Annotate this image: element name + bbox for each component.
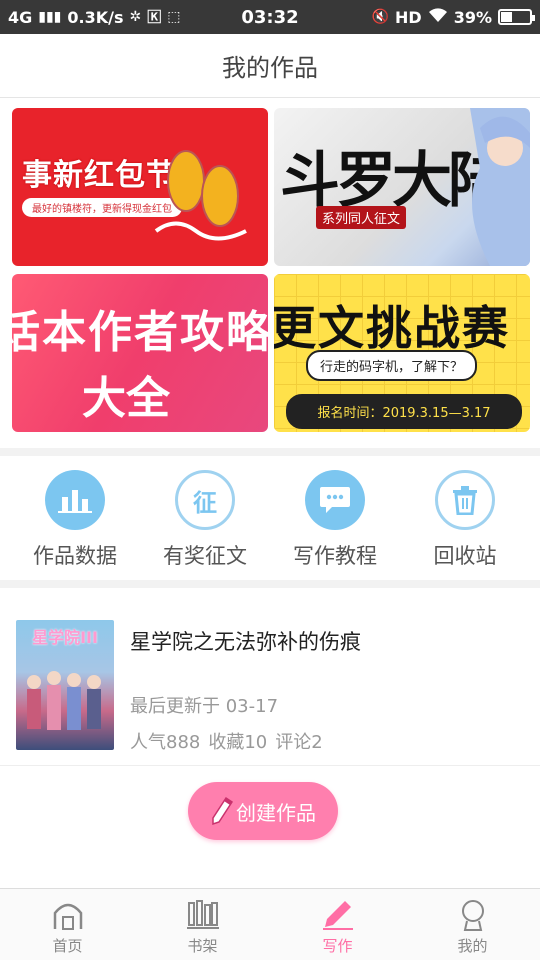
battery-icon: [498, 9, 535, 25]
banner-writing-challenge[interactable]: 更文挑战赛 行走的码字机，了解下？ 报名时间：2019.3.15—3.17: [274, 274, 530, 432]
wifi-icon: [428, 7, 448, 27]
banner-title: 更文挑战赛: [274, 301, 510, 355]
action-recycle-bin[interactable]: 回收站: [401, 458, 529, 578]
tab-bookshelf[interactable]: 书架: [135, 889, 270, 960]
action-tutorial[interactable]: 写作教程: [271, 458, 399, 578]
signal-icon: ▮▮▮: [38, 9, 62, 25]
network-indicator: 4G: [8, 7, 33, 27]
battery-percent: 39%: [453, 7, 492, 27]
network-speed: 0.3K/s: [67, 7, 124, 27]
action-work-data[interactable]: 作品数据: [11, 458, 139, 578]
banner-grid: 事新红包节 最好的镇楼符，更新得现金红包 斗罗大陆 系列同人征文 话本作者攻略 …: [12, 108, 530, 436]
bottom-tab-bar: 首页 书架 写作 我的: [0, 888, 540, 960]
bar-chart-icon: [45, 470, 105, 530]
tab-label: 我的: [457, 937, 488, 955]
cover-characters-illustration: [27, 671, 101, 730]
app-k-icon: 🄺: [147, 10, 162, 26]
quick-actions: 作品数据 征 有奖征文 写作教程 回收站: [0, 458, 540, 578]
banner-author-guide[interactable]: 话本作者攻略 大全: [12, 274, 268, 432]
favorites-count: 收藏10: [208, 732, 268, 753]
banner-title-line2: 大全: [82, 373, 170, 424]
comments-count: 评论2: [275, 732, 323, 753]
action-label: 写作教程: [293, 544, 377, 568]
work-title: 星学院之无法弥补的伤痕: [130, 630, 361, 654]
bookshelf-icon: [185, 897, 221, 933]
banner-tag: 系列同人征文: [316, 206, 407, 229]
trash-icon: [435, 470, 495, 530]
page-header: 我的作品: [0, 34, 540, 98]
koi-fish-icon: [154, 150, 247, 241]
action-label: 有奖征文: [163, 544, 247, 568]
screenshot-icon: ⬚: [167, 9, 181, 25]
mute-icon: 🔇: [371, 9, 390, 25]
status-bar: 4G ▮▮▮ 0.3K/s ✲ 🄺 ⬚ 03:32 🔇 HD 39%: [0, 0, 540, 34]
create-button-label: 创建作品: [236, 800, 316, 825]
work-info: 星学院之无法弥补的伤痕 最后更新于 03-17 人气888 收藏10 评论2: [130, 620, 524, 753]
banner-title: 话本作者攻略: [12, 307, 268, 358]
tab-label: 书架: [187, 937, 218, 955]
user-icon: [455, 897, 491, 933]
banner-red-envelope[interactable]: 事新红包节 最好的镇楼符，更新得现金红包: [12, 108, 268, 266]
banner-douluo[interactable]: 斗罗大陆 系列同人征文: [274, 108, 530, 266]
work-stats: 人气888 收藏10 评论2: [130, 728, 524, 754]
action-contest[interactable]: 征 有奖征文: [141, 458, 269, 578]
chat-bubble-icon: [305, 470, 365, 530]
settings-gear-icon: ✲: [129, 9, 142, 25]
action-label: 作品数据: [33, 544, 117, 568]
tab-label: 写作: [322, 937, 353, 955]
work-updated: 最后更新于 03-17: [130, 696, 279, 717]
pencil-icon: [212, 796, 234, 826]
tab-home[interactable]: 首页: [0, 889, 135, 960]
section-divider: [0, 580, 540, 588]
page-title: 我的作品: [222, 54, 318, 82]
work-item[interactable]: 星学院III 星学院之无法弥补的伤痕 最后更新于 03-17 人气888 收藏1…: [0, 600, 540, 766]
hd-indicator: HD: [395, 7, 422, 27]
banner-subtitle: 行走的码字机，了解下？: [306, 350, 478, 381]
tab-write[interactable]: 写作: [270, 889, 405, 960]
tab-label: 首页: [52, 937, 83, 955]
create-work-button[interactable]: 创建作品: [188, 782, 338, 840]
anime-character-illustration: [470, 108, 530, 266]
work-cover: 星学院III: [16, 620, 114, 750]
tab-me[interactable]: 我的: [405, 889, 540, 960]
popularity-count: 人气888: [130, 732, 201, 753]
action-label: 回收站: [433, 544, 497, 568]
pen-icon: [320, 897, 356, 933]
zheng-icon: 征: [175, 470, 235, 530]
home-icon: [50, 897, 86, 933]
banner-date: 报名时间：2019.3.15—3.17: [286, 394, 522, 429]
section-divider: [0, 448, 540, 456]
